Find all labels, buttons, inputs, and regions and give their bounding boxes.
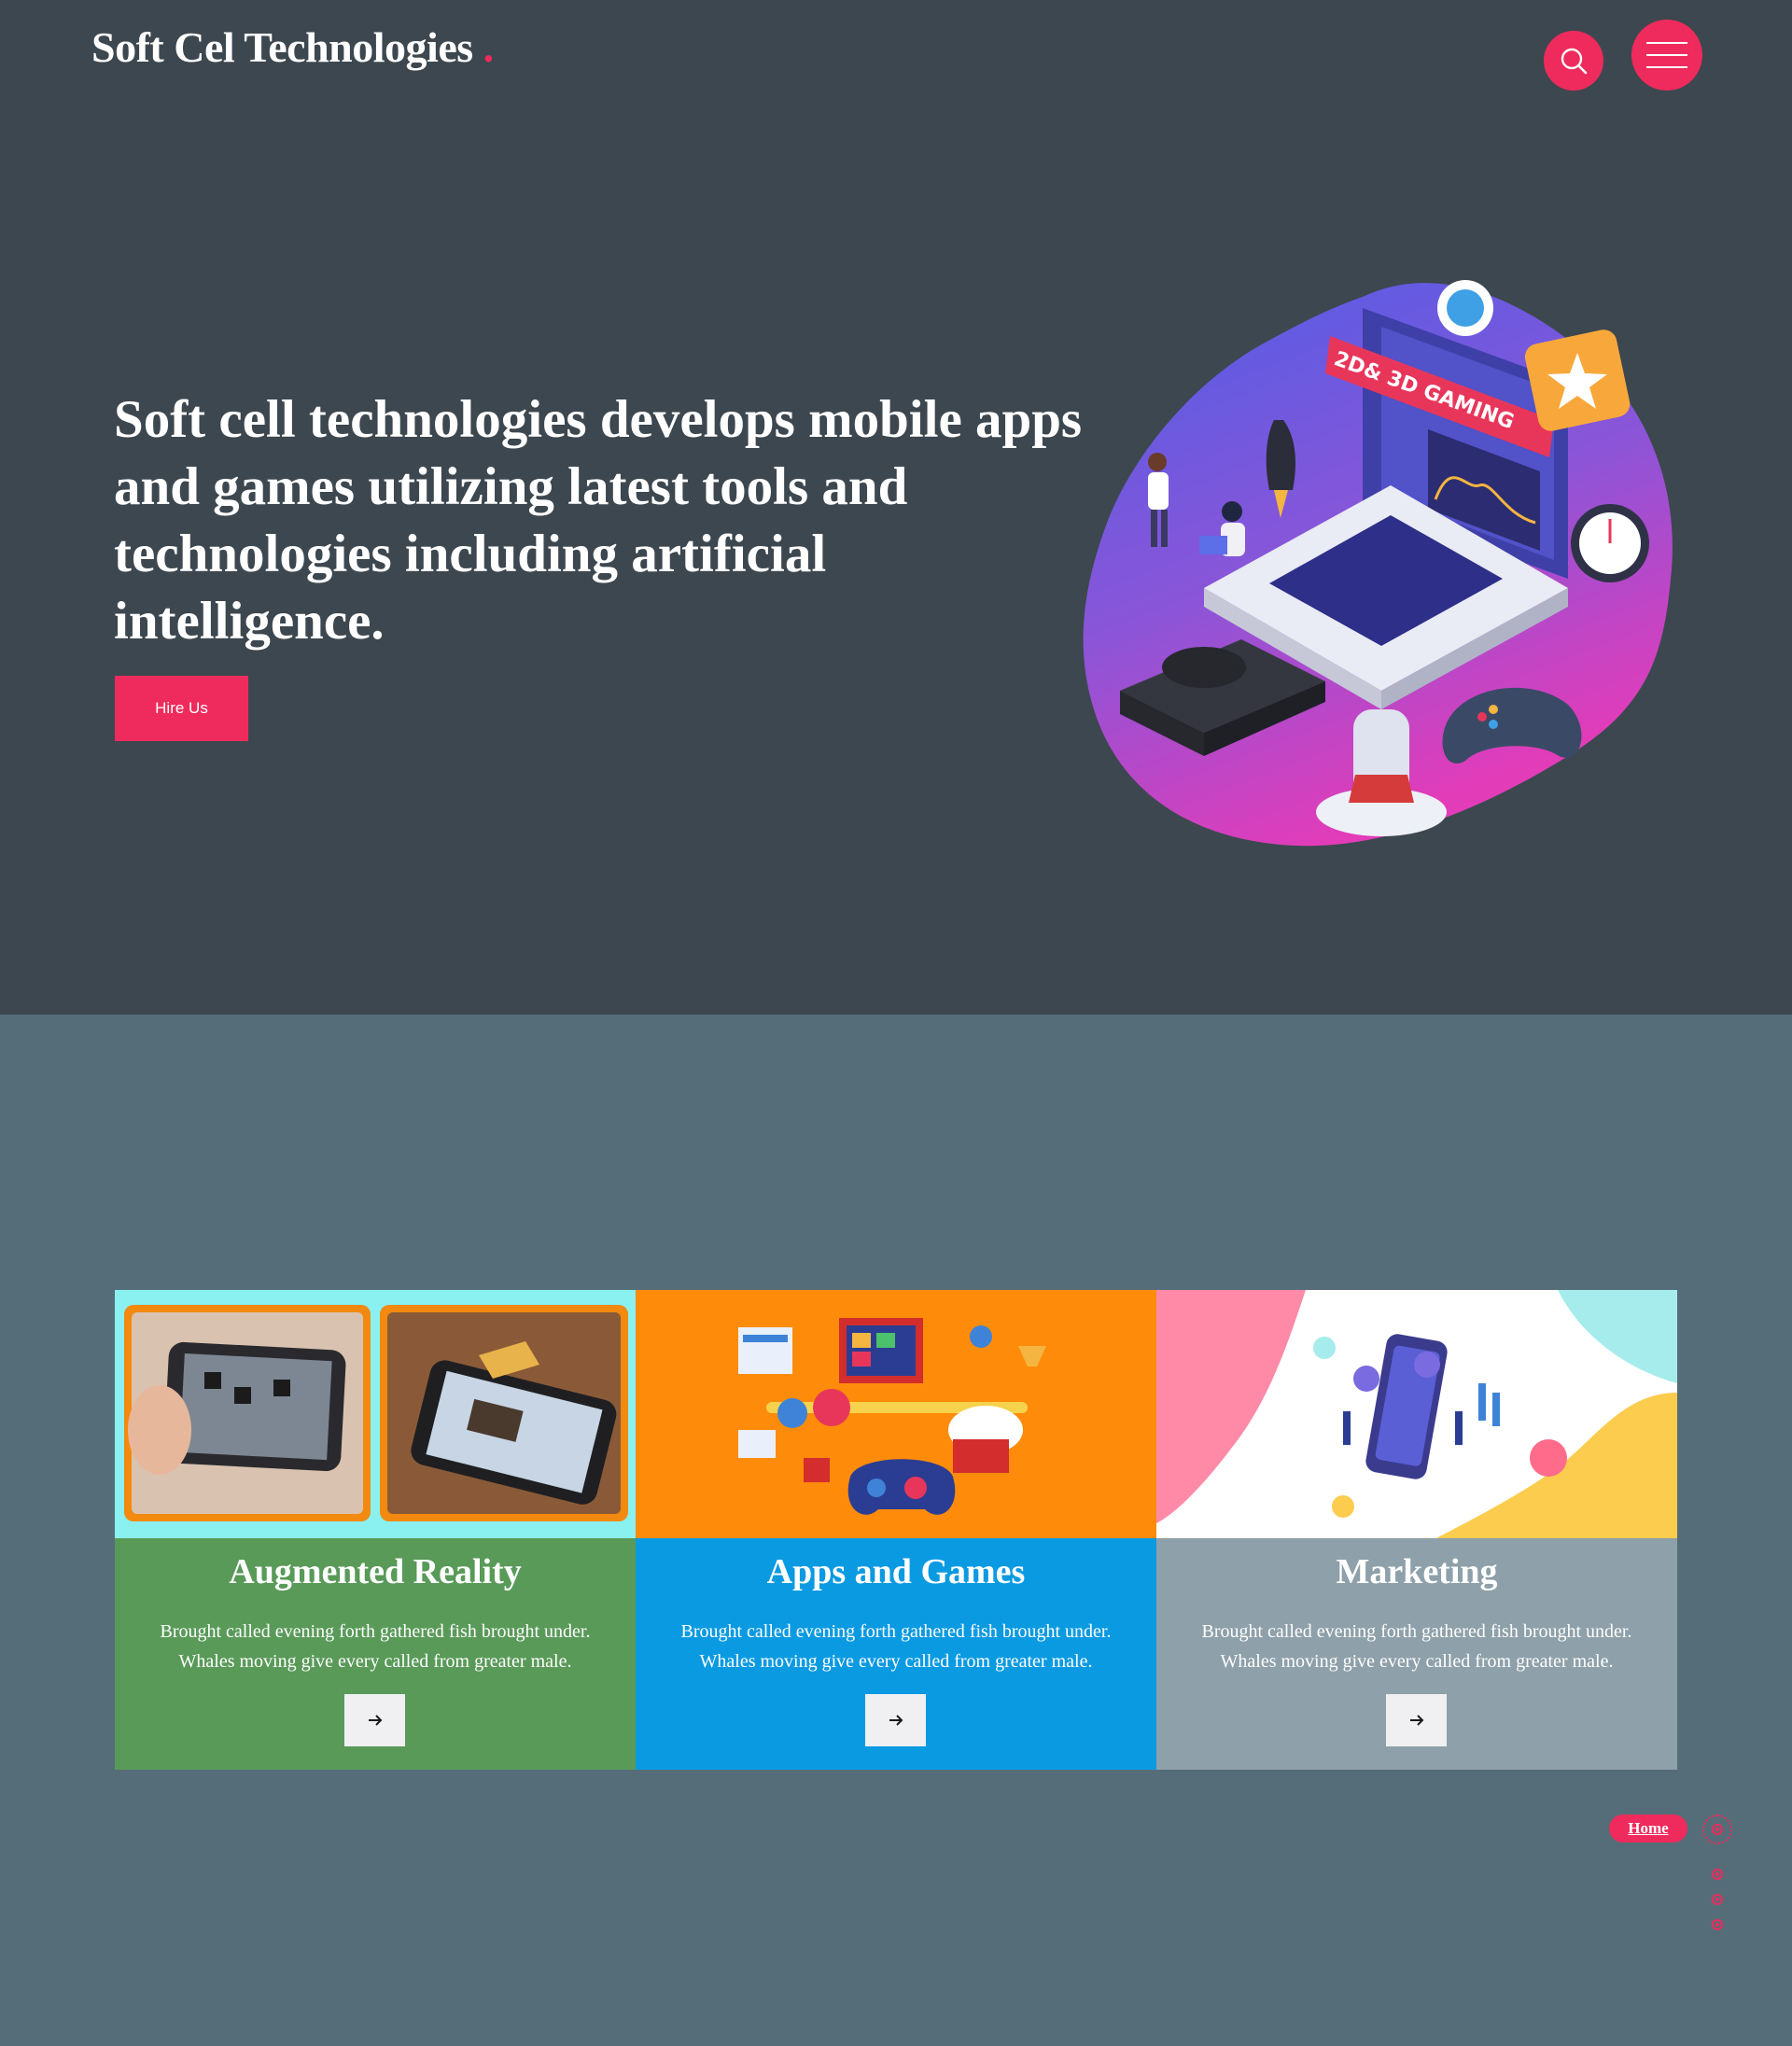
logo-dot: . <box>483 23 495 71</box>
hero-title: Soft cell technologies develops mobile a… <box>114 390 1083 651</box>
hire-us-button[interactable]: Hire Us <box>115 676 248 741</box>
nav-dot[interactable] <box>1712 1869 1723 1880</box>
card-description: Brought called evening forth gathered fi… <box>1201 1621 1632 1672</box>
augmented-reality-image <box>115 1290 636 1538</box>
card-title: Augmented Reality <box>229 1552 522 1591</box>
card-description: Brought called evening forth gathered fi… <box>160 1621 591 1672</box>
hero-section: Soft Cel Technologies . Soft cell techno… <box>0 0 1792 1015</box>
hamburger-menu-icon <box>1646 42 1687 68</box>
service-card-marketing: Marketing Brought called evening forth g… <box>1156 1290 1677 1770</box>
apps-and-games-image <box>636 1290 1156 1538</box>
card-description: Brought called evening forth gathered fi… <box>680 1621 1112 1672</box>
search-icon <box>1561 48 1588 75</box>
services-row: Augmented Reality Brought called evening… <box>115 1290 1677 1770</box>
augmented-reality-body: Augmented Reality Brought called evening… <box>115 1538 636 1770</box>
marketing-illustration <box>1156 1290 1677 1538</box>
menu-button[interactable] <box>1631 20 1702 91</box>
arrow-right-icon <box>889 1715 903 1726</box>
card-arrow-button[interactable] <box>1386 1694 1447 1746</box>
nav-home-label[interactable]: Home <box>1609 1815 1687 1843</box>
card-title: Apps and Games <box>766 1552 1026 1591</box>
card-arrow-button[interactable] <box>865 1694 926 1746</box>
gaming-illustration: 2D& 3D GAMING <box>1083 280 1673 847</box>
arrow-right-icon <box>1409 1715 1423 1726</box>
card-title: Marketing <box>1336 1552 1498 1591</box>
nav-dot[interactable] <box>1712 1824 1723 1835</box>
service-card-augmented-reality: Augmented Reality Brought called evening… <box>115 1290 636 1770</box>
site-logo[interactable]: Soft Cel Technologies . <box>91 22 494 72</box>
apps-games-illustration <box>738 1318 1046 1515</box>
marketing-image <box>1156 1290 1677 1538</box>
nav-dot[interactable] <box>1712 1894 1723 1905</box>
search-button[interactable] <box>1544 31 1603 91</box>
marketing-body: Marketing Brought called evening forth g… <box>1156 1538 1677 1770</box>
section-nav: Home <box>1605 1811 1755 1941</box>
logo-text: Soft Cel Technologies <box>91 23 473 71</box>
card-arrow-button[interactable] <box>344 1694 405 1746</box>
arrow-right-icon <box>368 1715 382 1726</box>
nav-dot[interactable] <box>1712 1919 1723 1930</box>
ar-phones-illustration <box>124 1305 628 1521</box>
service-card-apps-and-games: Apps and Games Brought called evening fo… <box>636 1290 1156 1770</box>
apps-and-games-body: Apps and Games Brought called evening fo… <box>636 1538 1156 1770</box>
